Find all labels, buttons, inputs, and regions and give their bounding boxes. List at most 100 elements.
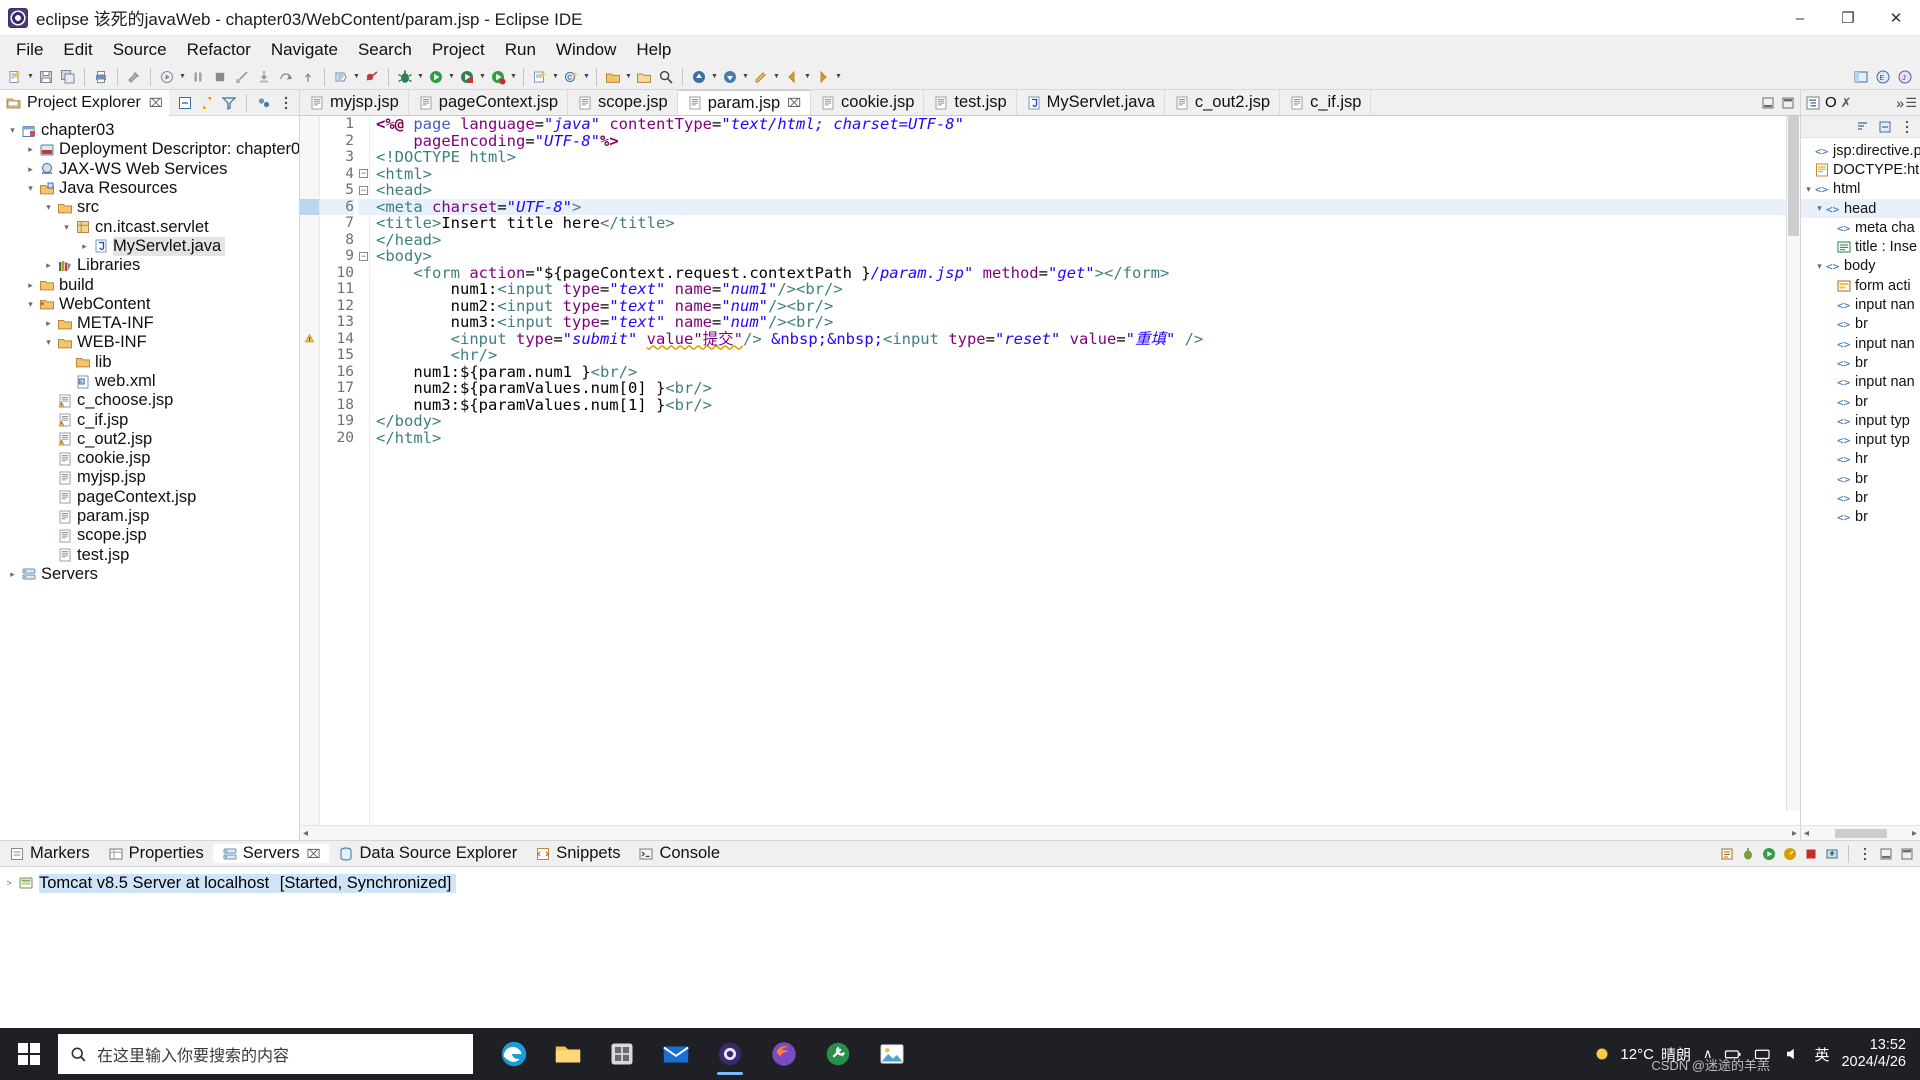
taskbar-clock[interactable]: 13:52 2024/4/26 — [1841, 1037, 1910, 1070]
code-text[interactable]: <%@ page language="java" contentType="te… — [370, 116, 1800, 825]
code-line[interactable]: <title>Insert title here</title> — [370, 215, 1800, 232]
chevron-down-icon[interactable]: ▼ — [447, 66, 456, 88]
collapse-all-icon[interactable] — [175, 93, 195, 113]
tree-item-meta-inf[interactable]: ▸ META-INF — [0, 314, 299, 333]
save-icon[interactable] — [35, 66, 57, 88]
battery-icon[interactable] — [1724, 1045, 1742, 1063]
tree-item-cookie-jsp[interactable]: cookie.jsp — [0, 449, 299, 468]
code-line[interactable]: </body> — [370, 413, 1800, 430]
expand-twisty[interactable]: ▸ — [24, 144, 37, 155]
tree-item-jax-ws-web-services[interactable]: ▸ JAX-WS Web Services — [0, 160, 299, 179]
tree-item-myservlet-java[interactable]: ▸ MyServlet.java — [0, 236, 299, 256]
outline-item-input-nan[interactable]: <> input nan — [1801, 373, 1920, 392]
tree-item-c-out2-jsp[interactable]: c_out2.jsp — [0, 430, 299, 449]
fold-toggle-icon[interactable]: − — [358, 182, 369, 199]
last-edit-icon[interactable] — [750, 66, 772, 88]
tool-icon[interactable] — [815, 1031, 861, 1077]
chevron-down-icon[interactable]: ▼ — [551, 66, 560, 88]
menu-help[interactable]: Help — [626, 37, 681, 63]
close-icon[interactable]: ⌧ — [787, 96, 801, 110]
open-type-icon[interactable] — [602, 66, 624, 88]
volume-icon[interactable] — [1784, 1045, 1802, 1063]
menu-run[interactable]: Run — [495, 37, 546, 63]
view-menu-icon[interactable] — [1855, 844, 1875, 864]
forward-icon[interactable] — [812, 66, 834, 88]
tree-item-lib[interactable]: lib — [0, 353, 299, 372]
expand-twisty[interactable]: ▾ — [1803, 184, 1814, 195]
outline-item-input-nan[interactable]: <> input nan — [1801, 295, 1920, 314]
store-icon[interactable] — [599, 1031, 645, 1077]
outline-item-br[interactable]: <> br — [1801, 315, 1920, 334]
fold-toggle-icon[interactable]: − — [358, 248, 369, 265]
expand-twisty[interactable]: ▾ — [60, 222, 73, 233]
code-line[interactable]: num3:<input type="text" name="num"/><br/… — [370, 314, 1800, 331]
annotation-margin[interactable] — [300, 116, 320, 825]
back-icon[interactable] — [781, 66, 803, 88]
firefox-icon[interactable] — [761, 1031, 807, 1077]
code-line[interactable]: num3:${paramValues.num[1] }<br/> — [370, 396, 1800, 414]
maximize-editor-icon[interactable] — [1778, 93, 1798, 113]
run-icon[interactable] — [425, 66, 447, 88]
tree-item-web-inf[interactable]: ▾ WEB-INF — [0, 333, 299, 352]
editor-tab-pagecontext-jsp[interactable]: pageContext.jsp — [409, 90, 569, 115]
tree-item-c-choose-jsp[interactable]: c_choose.jsp — [0, 391, 299, 410]
server-name[interactable]: Tomcat v8.5 Server at localhost [Started… — [39, 873, 457, 893]
editor-tab-test-jsp[interactable]: test.jsp — [924, 90, 1017, 115]
chevron-down-icon[interactable]: ▼ — [803, 66, 812, 88]
code-line[interactable]: <form action="${pageContext.request.cont… — [370, 264, 1800, 282]
minimize-editor-icon[interactable] — [1758, 93, 1778, 113]
tree-item-web-xml[interactable]: x web.xml — [0, 372, 299, 391]
outline-item-input-typ[interactable]: <> input typ — [1801, 430, 1920, 449]
tree-item-webcontent[interactable]: ▾ WebContent — [0, 295, 299, 314]
close-button[interactable]: ✕ — [1872, 0, 1920, 36]
code-line[interactable]: num2:<input type="text" name="num"/><br/… — [370, 297, 1800, 315]
outline-item-jsp-directive-pa[interactable]: <> jsp:directive.pa — [1801, 141, 1920, 160]
outline-item-br[interactable]: <> br — [1801, 508, 1920, 527]
editor-tab-cookie-jsp[interactable]: cookie.jsp — [811, 90, 925, 115]
tree-item-src[interactable]: ▾ src — [0, 198, 299, 217]
run-last-tool-icon[interactable] — [156, 66, 178, 88]
code-line[interactable]: <input type="submit" value"提交"/> &nbsp;&… — [370, 330, 1800, 348]
chevron-down-icon[interactable]: ▼ — [26, 66, 35, 88]
expand-twisty[interactable]: ▸ — [24, 280, 37, 291]
eclipse-icon[interactable] — [707, 1031, 753, 1077]
scrollbar-thumb[interactable] — [1834, 828, 1887, 838]
step-over-icon[interactable] — [275, 66, 297, 88]
editor-tab-myservlet-java[interactable]: MyServlet.java — [1017, 90, 1165, 115]
expand-twisty[interactable]: ▸ — [6, 569, 19, 580]
bottom-tab-data-source-explorer[interactable]: Data Source Explorer — [329, 844, 526, 863]
skip-breakpoints-icon[interactable] — [361, 66, 383, 88]
taskbar-search-input[interactable]: 在这里输入你要搜索的内容 — [58, 1034, 473, 1074]
expand-twisty[interactable]: ▾ — [42, 202, 55, 213]
bottom-tab-console[interactable]: Console — [629, 844, 729, 863]
menu-navigate[interactable]: Navigate — [261, 37, 348, 63]
expand-twisty[interactable]: ▾ — [24, 299, 37, 310]
tree-item-libraries[interactable]: ▸ Libraries — [0, 256, 299, 275]
warning-marker[interactable] — [300, 331, 319, 348]
step-into-icon[interactable] — [253, 66, 275, 88]
step-return-icon[interactable] — [297, 66, 319, 88]
editor-horizontal-scrollbar[interactable]: ◂ ▸ — [300, 825, 1800, 840]
outline-item-meta-cha[interactable]: <> meta cha — [1801, 218, 1920, 237]
code-line[interactable]: <head> — [370, 182, 1800, 199]
scroll-right-arrow[interactable]: ▸ — [1912, 828, 1917, 839]
tree-item-chapter03[interactable]: ▾ chapter03 — [0, 121, 299, 140]
outline-item-br[interactable]: <> br — [1801, 488, 1920, 507]
code-line[interactable]: pageEncoding="UTF-8"%> — [370, 132, 1800, 150]
scrollbar-thumb[interactable] — [1788, 116, 1799, 236]
scroll-left-arrow[interactable]: ◂ — [1804, 828, 1809, 839]
menu-search[interactable]: Search — [348, 37, 422, 63]
tree-item-c-if-jsp[interactable]: c_if.jsp — [0, 410, 299, 429]
editor-vertical-scrollbar[interactable] — [1786, 116, 1800, 811]
outline-item-doctype-html[interactable]: DOCTYPE:html — [1801, 160, 1920, 179]
windows-start-icon[interactable] — [0, 1028, 58, 1080]
tree-item-build[interactable]: ▸ build — [0, 275, 299, 294]
editor-tab-scope-jsp[interactable]: scope.jsp — [568, 90, 678, 115]
new-java-project-icon[interactable] — [529, 66, 551, 88]
minimize-button[interactable]: – — [1776, 0, 1824, 36]
maximize-icon[interactable] — [1897, 844, 1917, 864]
photos-icon[interactable] — [869, 1031, 915, 1077]
publish-icon[interactable] — [1822, 844, 1842, 864]
code-line[interactable]: num2:${paramValues.num[0] }<br/> — [370, 380, 1800, 397]
menu-refactor[interactable]: Refactor — [177, 37, 261, 63]
